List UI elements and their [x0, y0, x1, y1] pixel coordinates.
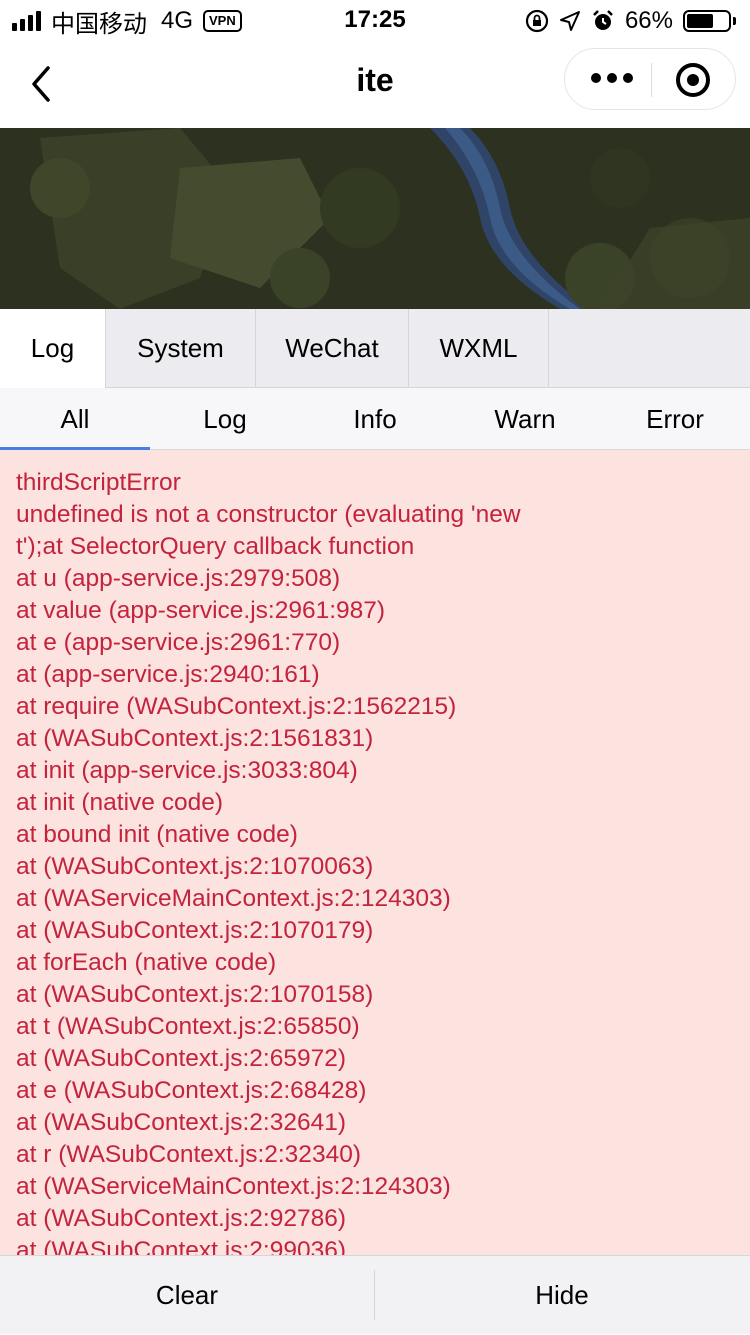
menu-capsule — [564, 48, 736, 110]
game-background — [0, 128, 750, 309]
log-line: at forEach (native code) — [16, 949, 277, 976]
log-line: at u (app-service.js:2979:508) — [16, 565, 341, 592]
log-line: at (WAServiceMainContext.js:2:124303) — [16, 1173, 451, 1200]
log-line: at (WASubContext.js:2:1070179) — [16, 917, 374, 944]
location-arrow-icon — [559, 11, 580, 31]
tab-wechat[interactable]: WeChat — [256, 309, 409, 388]
log-line: at (WASubContext.js:2:92786) — [16, 1205, 347, 1232]
close-miniprogram-icon[interactable] — [676, 63, 710, 97]
log-line: at (WASubContext.js:2:32641) — [16, 1109, 347, 1136]
filter-warn[interactable]: Warn — [450, 388, 600, 450]
log-line: at e (app-service.js:2961:770) — [16, 629, 341, 656]
battery-level — [687, 14, 713, 28]
log-line: at init (native code) — [16, 789, 223, 816]
log-line: at require (WASubContext.js:2:1562215) — [16, 693, 457, 720]
more-options-icon[interactable] — [591, 73, 633, 83]
battery-icon — [683, 10, 731, 32]
log-line: at (WASubContext.js:2:1070063) — [16, 853, 374, 880]
log-line: at (WASubContext.js:2:1070158) — [16, 981, 374, 1008]
log-level-filter: All Log Info Warn Error — [0, 388, 750, 450]
log-line: at r (WASubContext.js:2:32340) — [16, 1141, 361, 1168]
filter-log[interactable]: Log — [150, 388, 300, 450]
log-line: at value (app-service.js:2961:987) — [16, 597, 386, 624]
log-line: at e (WASubContext.js:2:68428) — [16, 1077, 367, 1104]
log-line: t');at SelectorQuery callback function — [16, 533, 415, 560]
error-log-text: thirdScriptError undefined is not a const… — [16, 467, 736, 1255]
tab-wxml[interactable]: WXML — [409, 309, 549, 388]
terrain-image — [0, 128, 750, 309]
capsule-divider — [651, 63, 652, 97]
log-line: at (WASubContext.js:2:65972) — [16, 1045, 347, 1072]
hide-button[interactable]: Hide — [375, 1256, 749, 1335]
rotation-lock-icon — [525, 9, 549, 33]
log-line: at (WAServiceMainContext.js:2:124303) — [16, 885, 451, 912]
log-line: thirdScriptError — [16, 469, 181, 496]
alarm-icon — [593, 10, 613, 30]
battery-tip — [733, 17, 736, 25]
log-line: at bound init (native code) — [16, 821, 298, 848]
filter-info[interactable]: Info — [300, 388, 450, 450]
error-log-panel[interactable]: thirdScriptError undefined is not a const… — [0, 450, 750, 1255]
console-tabs: Log System WeChat WXML — [0, 309, 750, 388]
log-line: undefined is not a constructor (evaluati… — [16, 501, 521, 528]
log-line: at t (WASubContext.js:2:65850) — [16, 1013, 360, 1040]
battery-percent: 66% — [624, 7, 673, 34]
log-line: at (app-service.js:2940:161) — [16, 661, 320, 688]
console-footer: Clear Hide — [0, 1255, 750, 1334]
navigation-bar: ite — [0, 40, 750, 128]
tab-system[interactable]: System — [106, 309, 256, 388]
tab-log[interactable]: Log — [0, 309, 106, 388]
log-line: at init (app-service.js:3033:804) — [16, 757, 358, 784]
filter-all[interactable]: All — [0, 388, 150, 450]
filter-error[interactable]: Error — [600, 388, 750, 450]
status-right: 66% — [525, 6, 736, 36]
log-line: at (WASubContext.js:2:1561831) — [16, 725, 374, 752]
clear-button[interactable]: Clear — [0, 1256, 374, 1335]
log-line: at (WASubContext.js:2:99036) — [16, 1237, 347, 1255]
status-bar: 中国移动 4G VPN 17:25 66% — [0, 0, 750, 40]
